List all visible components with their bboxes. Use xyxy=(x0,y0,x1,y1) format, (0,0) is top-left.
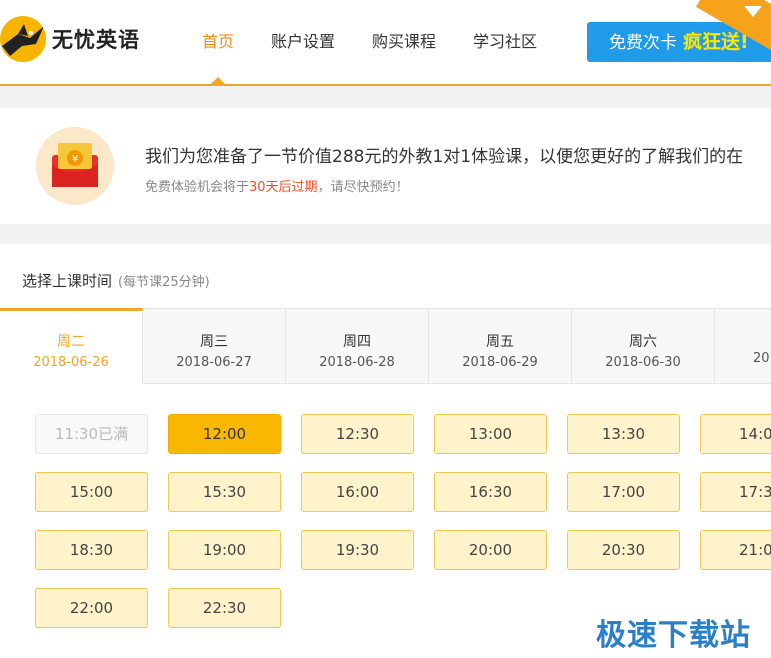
trial-offer-card: ¥ 我们为您准备了一节价值288元的外教1对1体验课，以便您更好的了解我们的在 … xyxy=(0,108,771,224)
offer-expiry-suffix: ，请尽快预约！ xyxy=(317,180,409,195)
day-tab-date: 2018-06-27 xyxy=(176,355,252,370)
day-tab-date: 2018-06-29 xyxy=(462,355,538,370)
time-slot[interactable]: 15:00 xyxy=(35,472,148,512)
day-tab-fri[interactable]: 周五 2018-06-29 xyxy=(429,309,572,384)
schedule-panel: 选择上课时间 (每节课25分钟) 周二 2018-06-26 周三 2018-06… xyxy=(0,244,771,658)
time-slot-selected[interactable]: 12:00 xyxy=(168,414,281,454)
time-slot[interactable]: 14:00 xyxy=(700,414,771,454)
time-slot[interactable]: 18:30 xyxy=(35,530,148,570)
time-slot[interactable]: 12:30 xyxy=(301,414,414,454)
site-watermark: 极速下载站 xyxy=(596,618,751,653)
offer-expiry-text: 免费体验机会将于30天后过期，请尽快预约！ xyxy=(145,176,409,195)
time-slot[interactable]: 13:30 xyxy=(567,414,680,454)
nav-account-settings[interactable]: 账户设置 xyxy=(255,0,351,84)
day-tab-thu[interactable]: 周四 2018-06-28 xyxy=(286,309,429,384)
day-tab-date: 2018-06-26 xyxy=(33,355,109,370)
day-tab-name: 周四 xyxy=(343,334,371,350)
time-slot[interactable]: 20:00 xyxy=(434,530,547,570)
offer-title: 我们为您准备了一节价值288元的外教1对1体验课，以便您更好的了解我们的在 xyxy=(145,147,744,167)
day-tab-date: 201 xyxy=(753,351,771,366)
day-tab-name: 周三 xyxy=(200,334,228,350)
svg-text:¥: ¥ xyxy=(72,154,78,165)
promo-hot-text: 疯狂送! xyxy=(683,31,749,53)
time-slot[interactable]: 19:30 xyxy=(301,530,414,570)
day-tabs: 周二 2018-06-26 周三 2018-06-27 周四 2018-06-2… xyxy=(0,308,771,384)
time-slot[interactable]: 19:00 xyxy=(168,530,281,570)
time-slot-full: 11:30已满 xyxy=(35,414,148,454)
red-envelope-icon: ¥ xyxy=(36,127,114,205)
logo-bird-icon xyxy=(0,16,46,62)
time-slot[interactable]: 17:30 xyxy=(700,472,771,512)
time-slot[interactable]: 20:30 xyxy=(567,530,680,570)
header: 无忧英语 首页 账户设置 购买课程 学习社区 免费次卡 疯狂送! xyxy=(0,0,771,86)
time-slot[interactable]: 22:30 xyxy=(168,588,281,628)
offer-expiry-prefix: 免费体验机会将于 xyxy=(145,180,250,195)
time-slot[interactable]: 15:30 xyxy=(168,472,281,512)
arrow-down-icon xyxy=(744,6,762,17)
promo-text: 免费次卡 xyxy=(609,33,677,53)
time-slot[interactable]: 21:00 xyxy=(700,530,771,570)
nav-buy-courses[interactable]: 购买课程 xyxy=(356,0,452,84)
day-tab-sat[interactable]: 周六 2018-06-30 xyxy=(572,309,715,384)
logo-text: 无忧英语 xyxy=(52,28,140,52)
day-tab-name: 周二 xyxy=(57,334,85,350)
day-tab-wed[interactable]: 周三 2018-06-27 xyxy=(143,309,286,384)
day-tab-name: 周五 xyxy=(486,334,514,350)
nav-community[interactable]: 学习社区 xyxy=(457,0,553,84)
time-slot[interactable]: 17:00 xyxy=(567,472,680,512)
offer-expiry-highlight: 30天后过期 xyxy=(249,180,318,195)
main-nav: 首页 账户设置 购买课程 学习社区 xyxy=(186,0,558,85)
day-tab-name: 周六 xyxy=(629,334,657,350)
time-slot[interactable]: 22:00 xyxy=(35,588,148,628)
day-tab-date: 2018-06-28 xyxy=(319,355,395,370)
schedule-title: 选择上课时间 (每节课25分钟) xyxy=(22,270,210,291)
day-tab-sun[interactable]: 201 xyxy=(715,309,771,384)
schedule-note: (每节课25分钟) xyxy=(118,275,210,290)
logo[interactable]: 无忧英语 xyxy=(0,16,140,62)
time-slot[interactable]: 16:00 xyxy=(301,472,414,512)
day-tab-name xyxy=(753,331,771,347)
day-tab-date: 2018-06-30 xyxy=(605,355,681,370)
time-slot[interactable]: 13:00 xyxy=(434,414,547,454)
schedule-title-text: 选择上课时间 xyxy=(22,272,113,290)
time-slot[interactable]: 16:30 xyxy=(434,472,547,512)
nav-home[interactable]: 首页 xyxy=(186,0,250,85)
day-tab-tue[interactable]: 周二 2018-06-26 xyxy=(0,308,143,384)
